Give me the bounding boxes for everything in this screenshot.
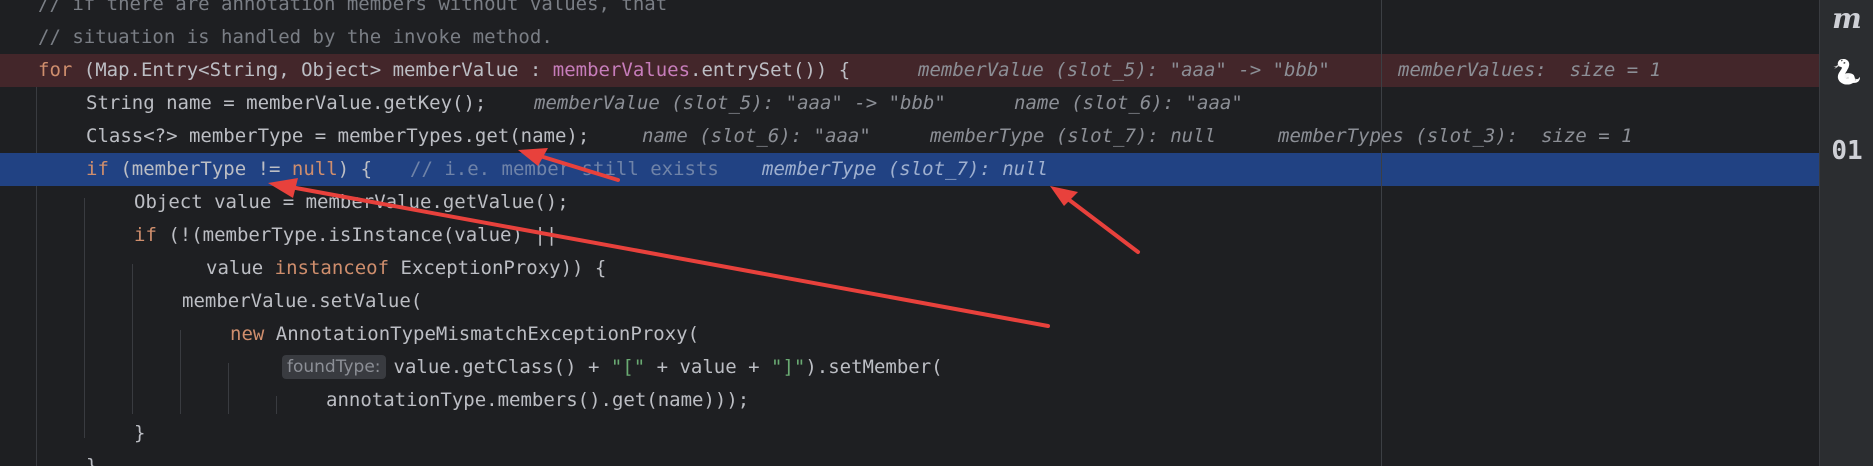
annotation-arrowhead <box>268 178 298 198</box>
annotation-arrows <box>268 148 1140 328</box>
annotation-arrow <box>538 154 620 182</box>
annotation-arrow <box>1062 194 1140 254</box>
python-icon[interactable]: 🐍 <box>1820 58 1873 86</box>
annotation-arrow <box>283 184 1050 328</box>
binary-viewer-icon[interactable]: 01 <box>1820 136 1873 166</box>
right-tool-sidebar: m 🐍 01 <box>1819 0 1873 466</box>
maven-icon[interactable]: m <box>1820 2 1873 35</box>
